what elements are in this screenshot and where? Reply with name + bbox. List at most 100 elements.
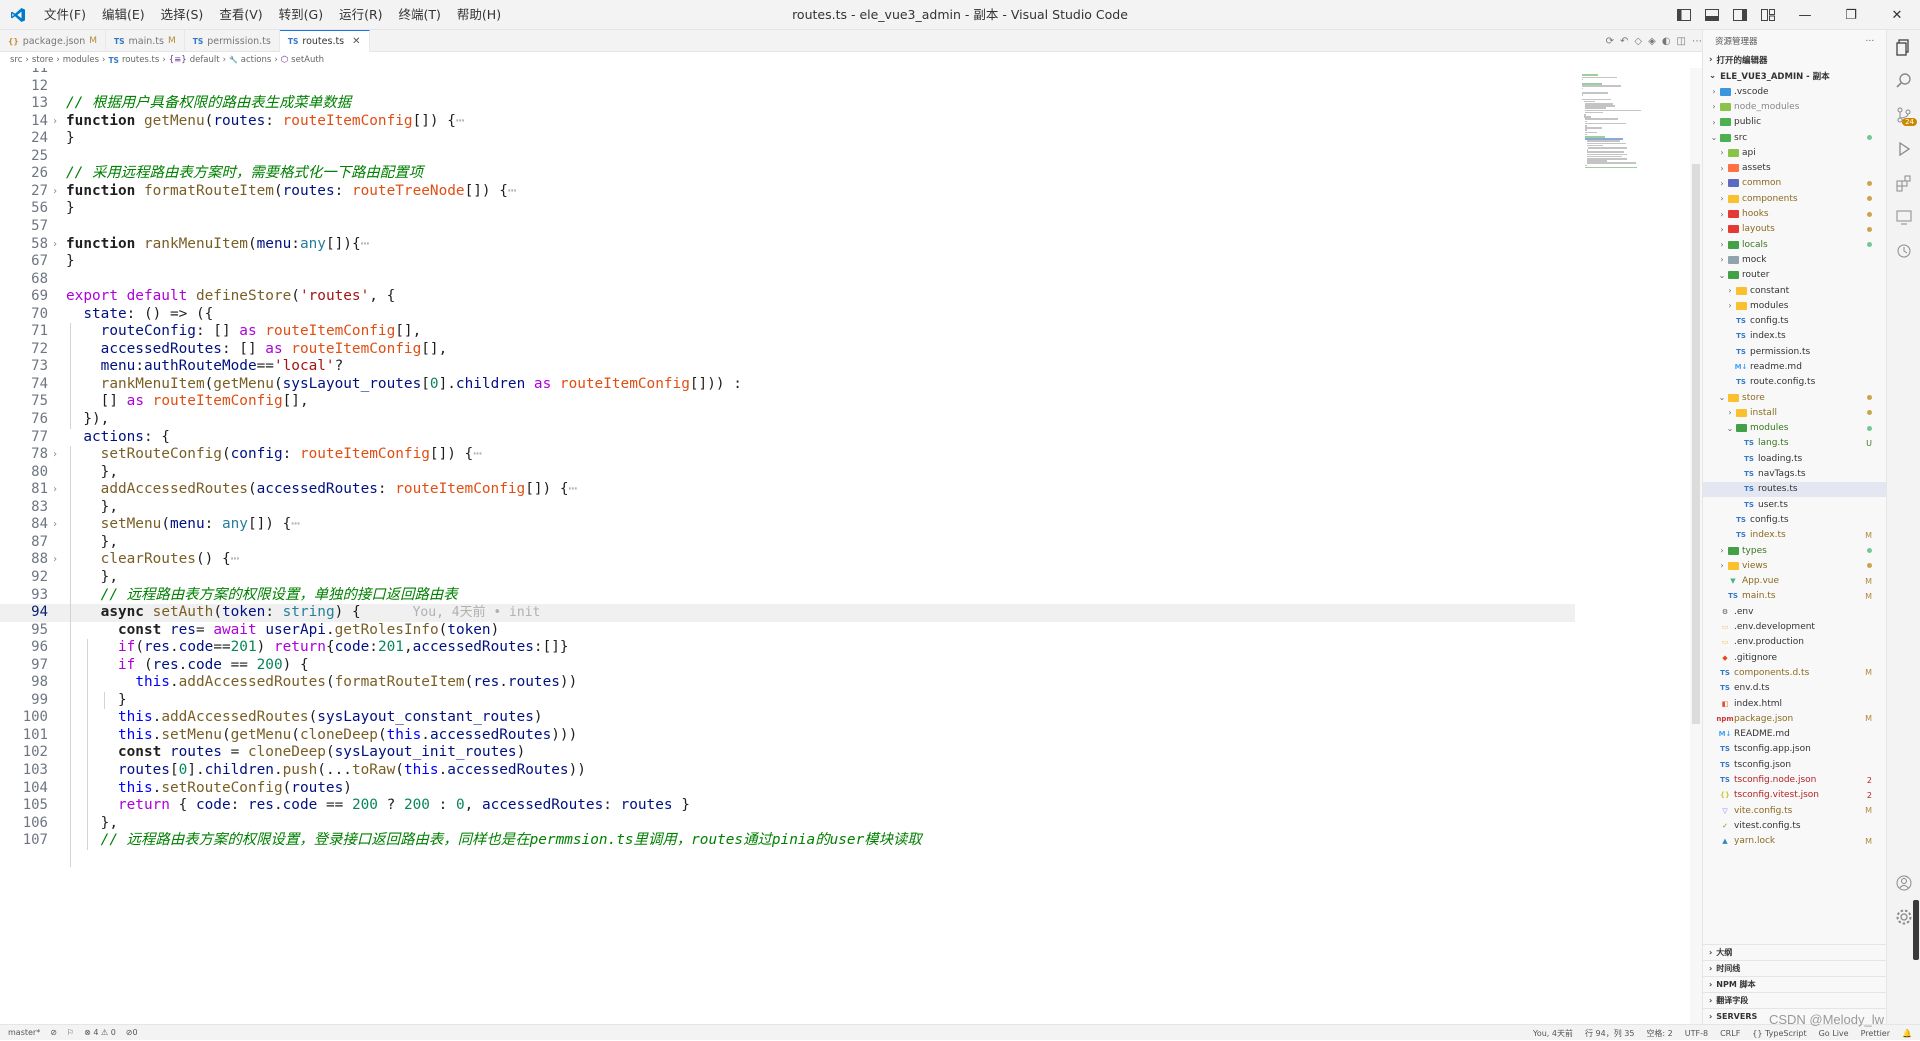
search-icon[interactable]: [1887, 64, 1920, 98]
tree-item-modules[interactable]: ⌄ modules: [1703, 421, 1886, 436]
tree-item-config-ts[interactable]: TS config.ts: [1703, 512, 1886, 527]
tree-item-router[interactable]: ⌄ router: [1703, 268, 1886, 283]
status-right-item[interactable]: Prettier: [1861, 1029, 1890, 1038]
close-icon[interactable]: ✕: [352, 36, 360, 47]
menu-item[interactable]: 查看(V): [211, 0, 270, 30]
minimap[interactable]: [1578, 68, 1688, 1024]
tree-item-vite-config-ts[interactable]: ▽ vite.config.ts M: [1703, 803, 1886, 818]
tree-item-hooks[interactable]: › hooks: [1703, 206, 1886, 221]
tree-item-loading-ts[interactable]: TS loading.ts: [1703, 451, 1886, 466]
code-line[interactable]: 14 › function getMenu(routes: routeItemCon…: [0, 113, 1575, 131]
tree-item-constant[interactable]: › constant: [1703, 283, 1886, 298]
code-line[interactable]: 76 }),: [0, 411, 1575, 429]
code-line[interactable]: 98 this.addAccessedRoutes(formatRouteIte…: [0, 674, 1575, 692]
code-line[interactable]: 80 },: [0, 464, 1575, 482]
code-line[interactable]: 56}: [0, 200, 1575, 218]
toggle-primary-sidebar-icon[interactable]: [1670, 0, 1698, 30]
menu-item[interactable]: 转到(G): [271, 0, 331, 30]
menu-item[interactable]: 运行(R): [331, 0, 390, 30]
restore-button[interactable]: ❐: [1828, 0, 1874, 30]
tree-item-types[interactable]: › types: [1703, 543, 1886, 558]
minimize-button[interactable]: —: [1782, 0, 1828, 30]
status-left-item[interactable]: ⊗ 4 ⚠ 0: [84, 1028, 116, 1037]
account-icon[interactable]: [1887, 866, 1920, 900]
tree-item-App-vue[interactable]: ▼ App.vue M: [1703, 574, 1886, 589]
code-line[interactable]: 100 this.addAccessedRoutes(sysLayout_con…: [0, 709, 1575, 727]
status-right-item[interactable]: {} TypeScript: [1752, 1029, 1806, 1038]
notifications-bell-icon[interactable]: 🔔: [1902, 1029, 1912, 1038]
code-line[interactable]: 72 accessedRoutes: [] as routeItemConfig…: [0, 341, 1575, 359]
tree-item-store[interactable]: ⌄ store: [1703, 390, 1886, 405]
code-line[interactable]: 93 // 远程路由表方案的权限设置，单独的接口返回路由表: [0, 587, 1575, 605]
menu-item[interactable]: 终端(T): [391, 0, 449, 30]
fold-chevron-icon[interactable]: ›: [52, 516, 58, 534]
tree-item-layouts[interactable]: › layouts: [1703, 222, 1886, 237]
code-line[interactable]: 11: [0, 68, 1575, 78]
tree-item-routes-ts[interactable]: TS routes.ts: [1703, 481, 1886, 498]
scrollbar-thumb[interactable]: [1692, 164, 1700, 724]
fold-chevron-icon[interactable]: ›: [52, 481, 58, 499]
tree-item--vscode[interactable]: › .vscode: [1703, 84, 1886, 99]
code-editor[interactable]: 11 12 13// 根据用户具备权限的路由表生成菜单数据 14 › function g…: [0, 68, 1590, 1024]
code-line[interactable]: 101 this.setMenu(getMenu(cloneDeep(this.…: [0, 727, 1575, 745]
code-line[interactable]: 24}: [0, 130, 1575, 148]
breadcrumb-item[interactable]: store: [32, 55, 54, 65]
project-section[interactable]: ⌄ ELE_VUE3_ADMIN - 副本: [1703, 68, 1886, 84]
tree-item-package-json[interactable]: npm package.json M: [1703, 711, 1886, 726]
tree-item-tsconfig-app-json[interactable]: TS tsconfig.app.json: [1703, 742, 1886, 757]
tab-routes-ts[interactable]: TS routes.ts ✕: [279, 30, 370, 52]
compare-icon[interactable]: ◐: [1662, 36, 1671, 47]
tree-item-tsconfig-node-json[interactable]: TS tsconfig.node.json 2: [1703, 772, 1886, 787]
tree-item-src[interactable]: ⌄ src: [1703, 130, 1886, 145]
code-line[interactable]: 107 // 远程路由表方案的权限设置，登录接口返回路由表，同样也是在permm…: [0, 832, 1575, 850]
tree-item-index-html[interactable]: ◧ index.html: [1703, 696, 1886, 711]
tree-item-assets[interactable]: › assets: [1703, 160, 1886, 175]
toggle-panel-icon[interactable]: [1698, 0, 1726, 30]
code-line[interactable]: 84 › setMenu(menu: any[]) {⋯: [0, 516, 1575, 534]
tree-item-api[interactable]: › api: [1703, 145, 1886, 160]
tree-item-locals[interactable]: › locals: [1703, 237, 1886, 252]
code-line[interactable]: 87 },: [0, 534, 1575, 552]
fold-chevron-icon[interactable]: ›: [52, 236, 58, 254]
fold-chevron-icon[interactable]: ›: [52, 551, 58, 569]
tree-item-install[interactable]: › install: [1703, 405, 1886, 420]
code-line[interactable]: 105 return { code: res.code == 200 ? 200…: [0, 797, 1575, 815]
menu-item[interactable]: 编辑(E): [94, 0, 153, 30]
code-line[interactable]: 97 if (res.code == 200) {: [0, 657, 1575, 675]
tree-item-mock[interactable]: › mock: [1703, 252, 1886, 267]
code-line[interactable]: 104 this.setRouteConfig(routes): [0, 780, 1575, 798]
code-line[interactable]: 70 state: () => ({: [0, 306, 1575, 324]
breadcrumb-item[interactable]: actions: [241, 55, 272, 65]
timeline-icon[interactable]: ⟳: [1606, 36, 1614, 47]
tab-main-ts[interactable]: TS main.ts M: [106, 30, 185, 52]
source-control-icon[interactable]: 24: [1887, 98, 1920, 132]
menu-item[interactable]: 选择(S): [153, 0, 212, 30]
breadcrumb-item[interactable]: modules: [63, 55, 99, 65]
run-debug-icon[interactable]: [1887, 132, 1920, 166]
sidebar-section-2[interactable]: › NPM 脚本: [1703, 976, 1886, 992]
menu-item[interactable]: 帮助(H): [449, 0, 509, 30]
split-editor-icon[interactable]: ◫: [1677, 36, 1686, 47]
code-line[interactable]: 25: [0, 148, 1575, 166]
code-line[interactable]: 74 rankMenuItem(getMenu(sysLayout_routes…: [0, 376, 1575, 394]
code-line[interactable]: 13 // 根据用户具备权限的路由表生成菜单数据: [0, 95, 1575, 113]
status-left-item[interactable]: master*: [8, 1028, 40, 1037]
tree-item-navTags-ts[interactable]: TS navTags.ts: [1703, 466, 1886, 481]
breadcrumb-item[interactable]: default: [190, 55, 220, 65]
tree-item-route-config-ts[interactable]: TS route.config.ts: [1703, 375, 1886, 390]
code-line[interactable]: 103 routes[0].children.push(...toRaw(thi…: [0, 762, 1575, 780]
tree-item--env[interactable]: ⚙ .env: [1703, 604, 1886, 619]
tree-item-index-ts[interactable]: TS index.ts M: [1703, 528, 1886, 543]
fold-chevron-icon[interactable]: ›: [52, 183, 58, 201]
code-line[interactable]: 83 },: [0, 499, 1575, 517]
tree-item-node-modules[interactable]: › node_modules: [1703, 99, 1886, 114]
fold-chevron-icon[interactable]: ›: [52, 113, 58, 131]
tab-permission-ts[interactable]: TS permission.ts: [185, 30, 280, 52]
code-line[interactable]: 12: [0, 78, 1575, 96]
tree-item-user-ts[interactable]: TS user.ts: [1703, 497, 1886, 512]
code-line[interactable]: 94 async setAuth(token: string) { You, 4…: [0, 604, 1575, 622]
tree-item-permission-ts[interactable]: TS permission.ts: [1703, 344, 1886, 359]
extensions-icon[interactable]: [1887, 166, 1920, 200]
code-line[interactable]: 73 menu:authRouteMode=='local'?: [0, 358, 1575, 376]
tree-item-config-ts[interactable]: TS config.ts: [1703, 313, 1886, 328]
